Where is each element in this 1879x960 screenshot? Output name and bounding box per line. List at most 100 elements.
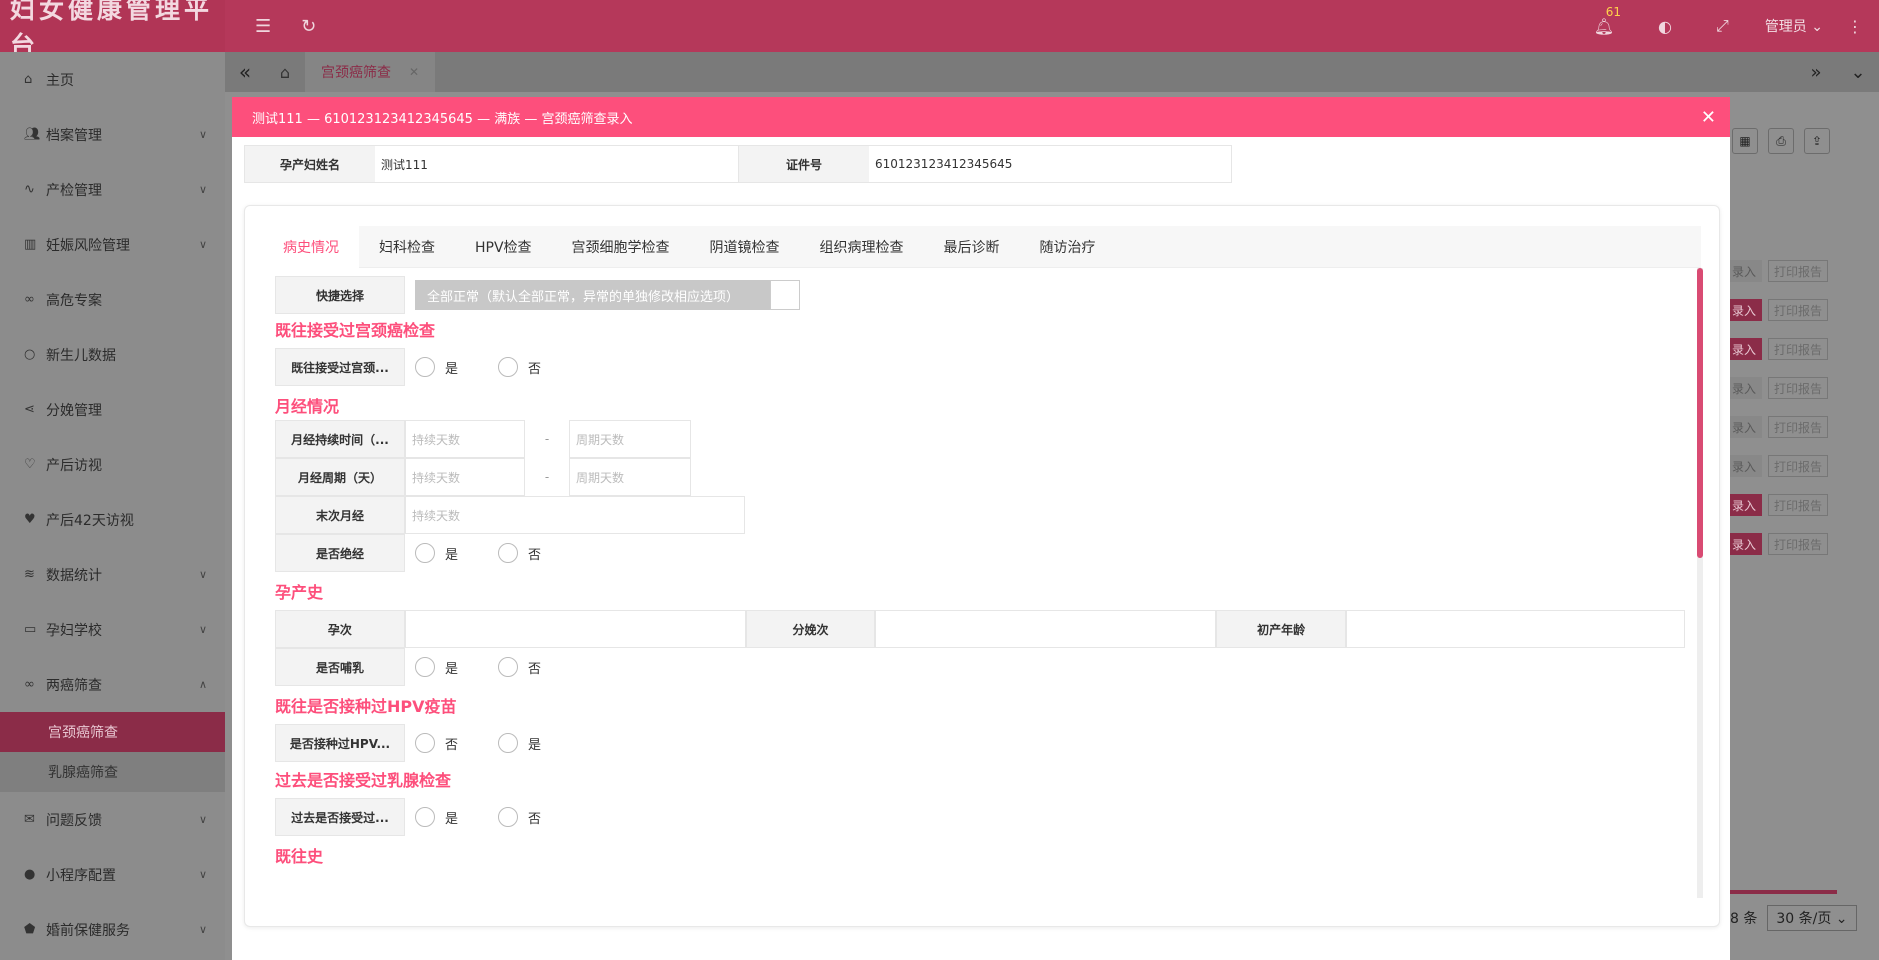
sidebar-subitem-breast[interactable]: 乳腺癌筛查 — [0, 752, 225, 792]
quick-select-toggle[interactable]: 全部正常（默认全部正常，异常的单独修改相应选项） — [415, 280, 800, 310]
print-report-button[interactable]: 打印报告 — [1768, 455, 1828, 477]
radio-circle[interactable] — [415, 733, 435, 753]
scrollbar-thumb[interactable] — [1697, 268, 1703, 558]
radio-circle[interactable] — [498, 543, 519, 563]
tab-cervical-screening[interactable]: 宫颈癌筛查 ✕ — [305, 52, 436, 92]
export-icon[interactable]: ⇪ — [1804, 128, 1830, 154]
sidebar-item-miniprogram[interactable]: ● 小程序配置 ∨ — [0, 847, 225, 902]
page-size-select[interactable]: 30 条/页 ⌄ — [1767, 905, 1857, 931]
radio-yes[interactable]: 是 — [415, 807, 458, 827]
tab-medical-history[interactable]: 病史情况 — [263, 226, 359, 268]
print-report-button[interactable]: 打印报告 — [1768, 416, 1828, 438]
print-report-button[interactable]: 打印报告 — [1768, 260, 1828, 282]
notification-bell-icon[interactable]: 🔔︎ 61 — [1594, 5, 1621, 36]
print-icon[interactable]: ⎙ — [1768, 128, 1794, 154]
tabs-scroll-right-icon[interactable]: » — [1795, 62, 1837, 83]
tabs-scroll-left-icon[interactable]: « — [225, 60, 265, 84]
print-report-button[interactable]: 打印报告 — [1768, 377, 1828, 399]
entry-button[interactable]: 录入 — [1726, 260, 1762, 282]
sidebar-item-screening[interactable]: ∞ 两癌筛查 ∧ — [0, 657, 225, 712]
section-title: 既往史 — [275, 847, 324, 866]
home-tab-icon[interactable]: ⌂ — [265, 63, 305, 82]
print-report-button[interactable]: 打印报告 — [1768, 338, 1828, 360]
sidebar-item-records[interactable]: 👥︎ 档案管理 ∨ — [0, 107, 225, 162]
radio-yes[interactable]: 是 — [415, 543, 458, 563]
sidebar-item-premarital[interactable]: ⬟ 婚前保健服务 ∨ — [0, 902, 225, 957]
sidebar-item-postpartum[interactable]: ♡ 产后访视 — [0, 437, 225, 492]
delivery-count-input[interactable] — [875, 610, 1217, 648]
sidebar-item-stats[interactable]: ≋ 数据统计 ∨ — [0, 547, 225, 602]
page-tab-bar: « ⌂ 宫颈癌筛查 ✕ » ⌄ — [225, 52, 1879, 92]
tab-followup[interactable]: 随访治疗 — [1020, 226, 1116, 268]
radio-no[interactable]: 否 — [498, 657, 541, 677]
sidebar-item-label: 小程序配置 — [46, 867, 116, 884]
pregnancy-history-row: 孕次 分娩次 初产年龄 — [275, 610, 1686, 648]
radio-no[interactable]: 否 — [498, 543, 541, 563]
tab-gynecology[interactable]: 妇科检查 — [359, 226, 455, 268]
sidebar-item-home[interactable]: ⌂ 主页 — [0, 52, 225, 107]
sidebar-item-newborn[interactable]: ○ 新生儿数据 — [0, 327, 225, 382]
print-report-button[interactable]: 打印报告 — [1768, 533, 1828, 555]
sidebar-subitem-cervical[interactable]: 宫颈癌筛查 — [0, 712, 225, 752]
tabs-dropdown-icon[interactable]: ⌄ — [1837, 62, 1879, 83]
last-menstruation-input[interactable]: 持续天数 — [405, 496, 745, 534]
more-vertical-icon[interactable]: ⋮ — [1847, 17, 1863, 36]
quick-select-text[interactable]: 全部正常（默认全部正常，异常的单独修改相应选项） — [415, 280, 770, 310]
radio-yes[interactable]: 是 — [415, 657, 458, 677]
entry-button[interactable]: 录入 — [1726, 377, 1762, 399]
duration-days-input[interactable]: 持续天数 — [405, 458, 525, 496]
radio-circle[interactable] — [498, 733, 519, 753]
sidebar-item-risk[interactable]: ▥ 妊娠风险管理 ∨ — [0, 217, 225, 272]
radio-no[interactable]: 否 — [415, 733, 458, 753]
radio-circle[interactable] — [415, 807, 435, 827]
print-report-button[interactable]: 打印报告 — [1768, 299, 1828, 321]
radio-circle[interactable] — [415, 357, 435, 377]
quick-select-switch[interactable] — [770, 280, 800, 310]
theme-palette-icon[interactable]: ◐ — [1658, 17, 1672, 36]
tab-diagnosis[interactable]: 最后诊断 — [924, 226, 1020, 268]
tab-colposcopy[interactable]: 阴道镜检查 — [690, 226, 800, 268]
entry-button[interactable]: 录入 — [1726, 299, 1762, 321]
notification-count: 61 — [1605, 4, 1621, 19]
radio-circle[interactable] — [498, 357, 519, 377]
radio-yes[interactable]: 是 — [498, 733, 541, 753]
radio-circle[interactable] — [498, 657, 519, 677]
duration-days-input[interactable]: 持续天数 — [405, 420, 525, 458]
horizontal-scrollbar[interactable] — [1730, 890, 1837, 894]
sidebar-item-feedback[interactable]: ✉ 问题反馈 ∨ — [0, 792, 225, 847]
radio-no[interactable]: 否 — [498, 357, 541, 377]
radio-circle[interactable] — [498, 807, 519, 827]
cycle-days-input[interactable]: 周期天数 — [569, 458, 691, 496]
fullscreen-icon[interactable]: ⤢ — [1716, 16, 1729, 36]
tab-hpv[interactable]: HPV检查 — [455, 226, 552, 268]
user-menu[interactable]: 管理员 ⌄ — [1765, 16, 1823, 36]
first-birth-age-input[interactable] — [1345, 610, 1686, 648]
users-icon: 👥︎ — [24, 127, 41, 142]
entry-button[interactable]: 录入 — [1726, 338, 1762, 360]
sidebar-item-postpartum42[interactable]: ♥ 产后42天访视 — [0, 492, 225, 547]
tab-cytology[interactable]: 宫颈细胞学检查 — [552, 226, 690, 268]
entry-button[interactable]: 录入 — [1726, 533, 1762, 555]
cycle-days-input[interactable]: 周期天数 — [569, 420, 691, 458]
radio-yes[interactable]: 是 — [415, 357, 458, 377]
tab-pathology[interactable]: 组织病理检查 — [800, 226, 924, 268]
entry-button[interactable]: 录入 — [1726, 455, 1762, 477]
close-icon[interactable]: ✕ — [1701, 107, 1716, 128]
grid-icon[interactable]: ▦ — [1732, 128, 1758, 154]
entry-button[interactable]: 录入 — [1726, 494, 1762, 516]
form-scrollbar[interactable] — [1697, 268, 1703, 898]
menu-toggle-icon[interactable]: ☰ — [255, 16, 271, 37]
radio-circle[interactable] — [415, 543, 435, 563]
refresh-icon[interactable]: ↻ — [301, 16, 316, 37]
sidebar-item-school[interactable]: ▭ 孕妇学校 ∨ — [0, 602, 225, 657]
sidebar-item-highrisk[interactable]: ∞ 高危专案 — [0, 272, 225, 327]
print-report-button[interactable]: 打印报告 — [1768, 494, 1828, 516]
sidebar-item-prenatal[interactable]: ∿ 产检管理 ∨ — [0, 162, 225, 217]
user-name: 管理员 — [1764, 19, 1807, 35]
close-icon[interactable]: ✕ — [409, 65, 419, 79]
radio-circle[interactable] — [415, 657, 435, 677]
radio-no[interactable]: 否 — [498, 807, 541, 827]
pregnancy-count-input[interactable] — [404, 610, 746, 648]
entry-button[interactable]: 录入 — [1726, 416, 1762, 438]
sidebar-item-delivery[interactable]: ⋖ 分娩管理 — [0, 382, 225, 437]
